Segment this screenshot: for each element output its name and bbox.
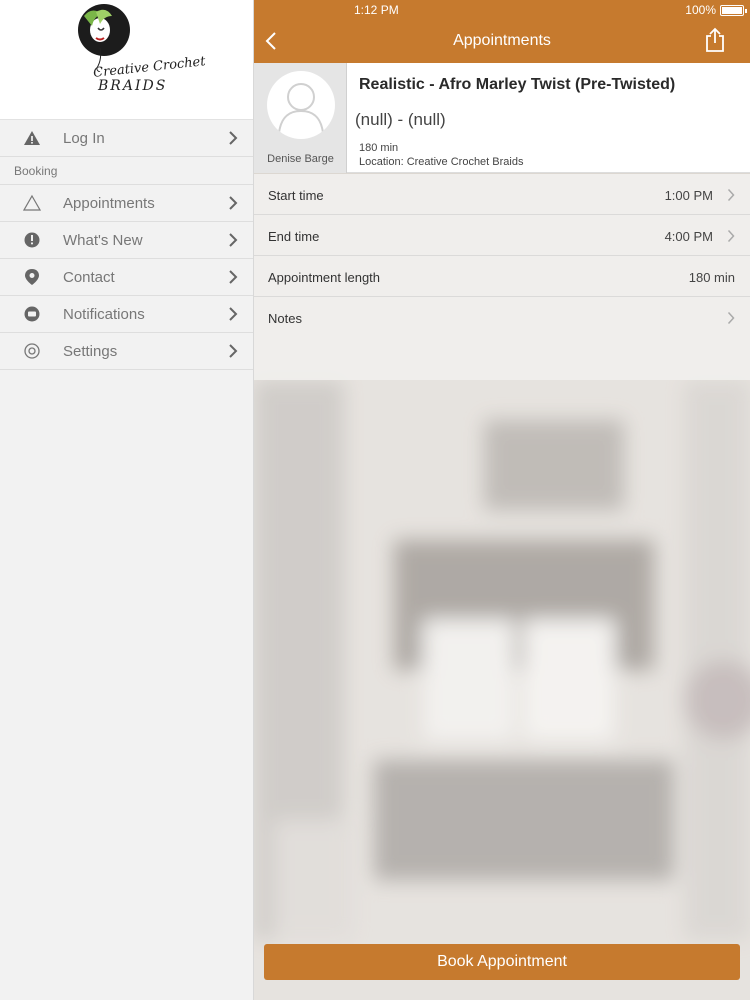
service-title: Realistic - Afro Marley Twist (Pre-Twist… [359, 76, 676, 93]
service-summary-card: Denise Barge Realistic - Afro Marley Twi… [254, 63, 750, 173]
sidebar-item-label: Appointments [63, 194, 155, 212]
row-label: Notes [268, 311, 302, 326]
end-time-row[interactable]: End time 4:00 PM [254, 215, 750, 256]
person-placeholder-icon [278, 83, 324, 134]
chevron-right-icon [229, 307, 238, 321]
chevron-right-icon [727, 188, 735, 202]
row-value: 1:00 PM [664, 188, 713, 203]
staff-name: Denise Barge [267, 153, 334, 165]
sidebar-item-label: What's New [63, 231, 143, 249]
sidebar-item-label: Contact [63, 268, 115, 286]
staff-avatar-box: Denise Barge [254, 63, 347, 173]
sidebar-item-notifications[interactable]: Notifications [0, 296, 253, 333]
status-time: 1:12 PM [354, 3, 399, 17]
book-appointment-button[interactable]: Book Appointment [264, 944, 740, 980]
appointment-length-row: Appointment length 180 min [254, 256, 750, 297]
chevron-right-icon [229, 131, 238, 145]
avatar [267, 71, 335, 139]
appointment-details-list: Start time 1:00 PM End time 4:00 PM Appo… [254, 174, 750, 380]
chevron-right-icon [727, 311, 735, 325]
row-value: 4:00 PM [664, 229, 713, 244]
chevron-right-icon [229, 233, 238, 247]
top-navbar: 1:12 PM 100% Appointments [254, 0, 750, 63]
row-label: Appointment length [268, 270, 381, 285]
section-label-booking: Booking [0, 157, 253, 185]
location-pin-icon [25, 269, 39, 285]
gear-icon [24, 343, 40, 359]
sidebar-item-appointments[interactable]: Appointments [0, 185, 253, 222]
chevron-right-icon [229, 196, 238, 210]
chat-bubble-icon [24, 306, 40, 322]
share-icon[interactable] [705, 27, 725, 53]
chevron-right-icon [229, 344, 238, 358]
service-location: Location: Creative Crochet Braids [359, 156, 524, 168]
sidebar-item-whats-new[interactable]: What's New [0, 222, 253, 259]
battery-icon [720, 5, 747, 16]
service-duration: 180 min [359, 142, 399, 154]
chevron-right-icon [727, 229, 735, 243]
warning-icon [24, 131, 40, 145]
page-title: Appointments [453, 32, 551, 49]
sidebar-item-contact[interactable]: Contact [0, 259, 253, 296]
row-label: End time [268, 229, 320, 244]
notes-row[interactable]: Notes [254, 297, 750, 338]
row-value: 180 min [688, 270, 735, 285]
service-subtitle: (null) - (null) [355, 110, 446, 129]
battery-percentage: 100% [685, 3, 716, 17]
sidebar-item-label: Notifications [63, 305, 145, 323]
appointment-detail-panel: 1:12 PM 100% Appointments Denise Barge R… [254, 0, 750, 1000]
sidebar: Creative Crochet BRAIDS Log In Booking A… [0, 0, 254, 1000]
chevron-right-icon [229, 270, 238, 284]
start-time-row[interactable]: Start time 1:00 PM [254, 174, 750, 215]
brand-logo: Creative Crochet BRAIDS [0, 0, 253, 120]
logo-text-line2: BRAIDS [98, 78, 168, 94]
sidebar-item-label: Settings [63, 342, 118, 360]
sidebar-item-settings[interactable]: Settings [0, 333, 253, 370]
background-overlay [254, 380, 750, 1000]
sidebar-item-login[interactable]: Log In [0, 120, 253, 157]
sidebar-item-label: Log In [63, 129, 105, 147]
row-label: Start time [268, 188, 324, 203]
exclamation-circle-icon [24, 232, 40, 248]
triangle-outline-icon [23, 194, 41, 211]
